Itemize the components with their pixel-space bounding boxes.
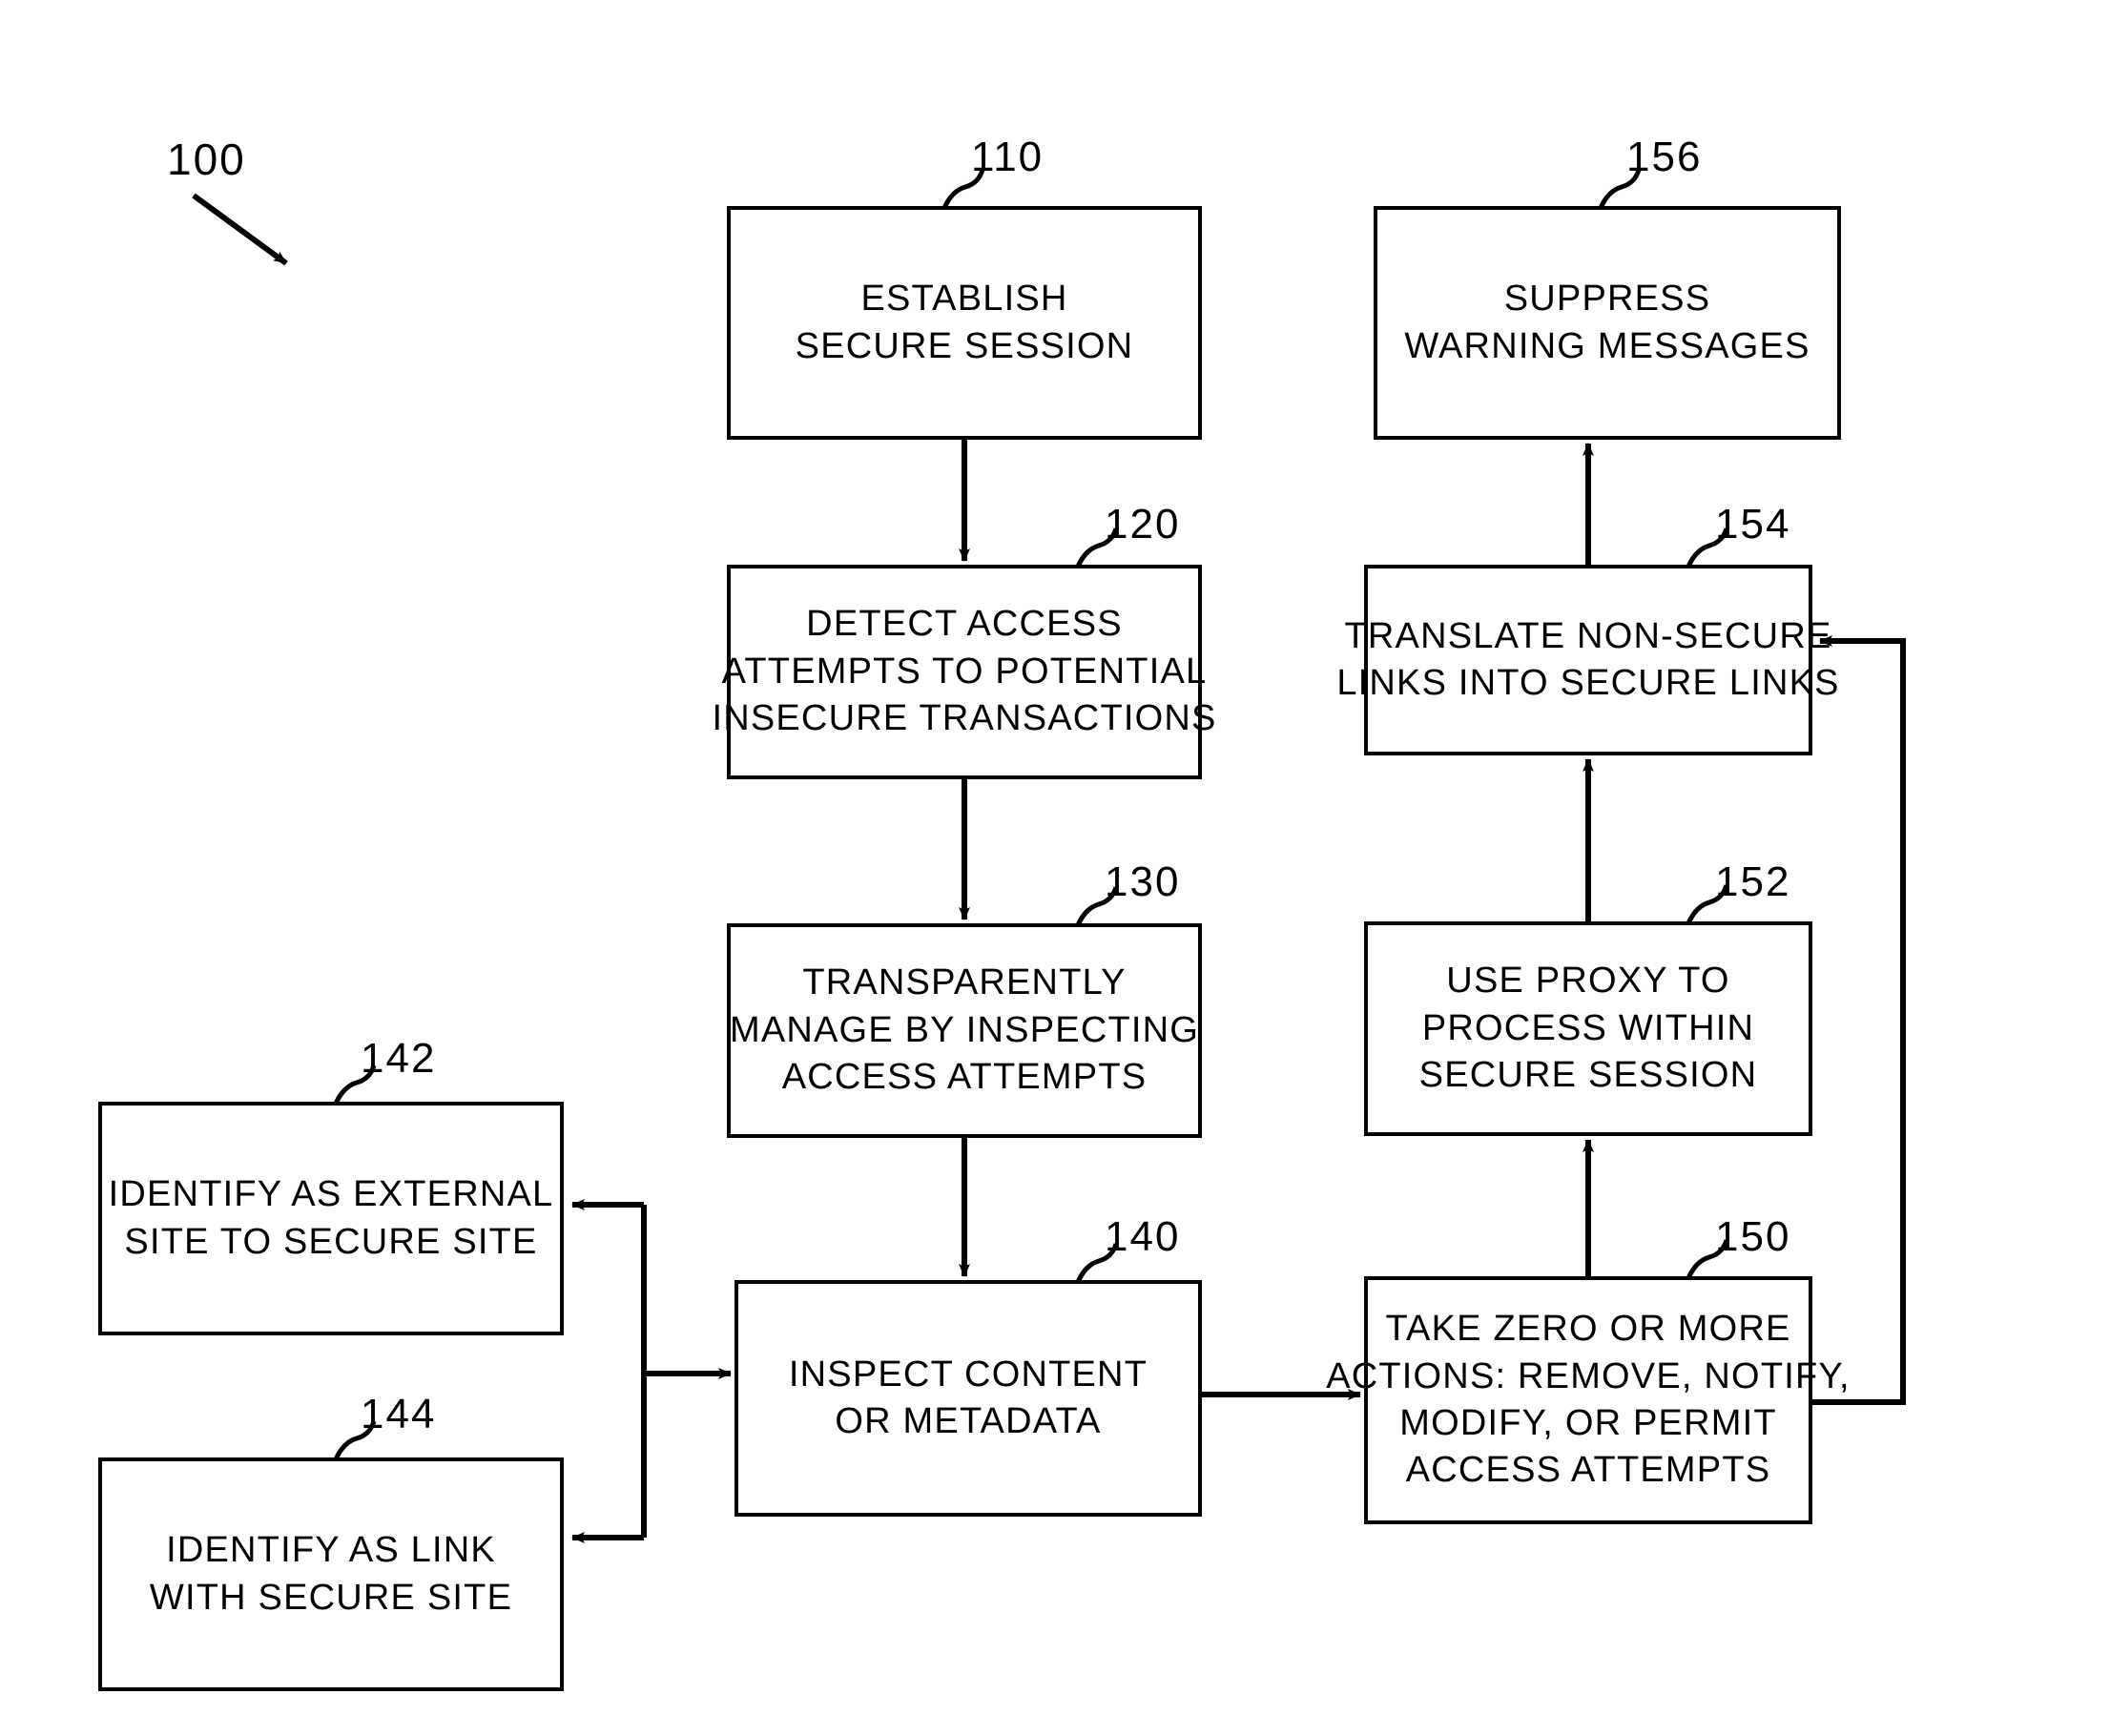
step-box-130-line-1: TRANSPARENTLY bbox=[802, 962, 1127, 1003]
step-box-142[interactable]: IDENTIFY AS EXTERNAL SITE TO SECURE SITE bbox=[98, 1102, 564, 1335]
reference-numeral-120: 120 bbox=[1105, 501, 1181, 548]
reference-numeral-154: 154 bbox=[1715, 501, 1791, 548]
figure-number-label: 100 bbox=[167, 134, 246, 184]
step-box-120-line-1: DETECT ACCESS bbox=[806, 604, 1123, 645]
step-box-150[interactable]: TAKE ZERO OR MORE ACTIONS: REMOVE, NOTIF… bbox=[1326, 1276, 1850, 1524]
step-box-144[interactable]: IDENTIFY AS LINK WITH SECURE SITE bbox=[98, 1457, 564, 1691]
step-box-152-line-2: PROCESS WITHIN bbox=[1421, 1007, 1755, 1048]
patent-figure-canvas: 100 ESTABLISH SECURE SESSION 110 DETECT … bbox=[0, 0, 2110, 1736]
step-box-142-line-2: SITE TO SECURE SITE bbox=[124, 1221, 538, 1262]
step-box-150-line-2: ACTIONS: REMOVE, NOTIFY, bbox=[1326, 1355, 1851, 1396]
reference-numeral-144: 144 bbox=[361, 1391, 437, 1437]
step-box-120[interactable]: DETECT ACCESS ATTEMPTS TO POTENTIAL INSE… bbox=[712, 565, 1215, 779]
figure-leader-arrow bbox=[192, 193, 288, 266]
reference-numeral-142: 142 bbox=[361, 1035, 437, 1082]
step-box-152-line-1: USE PROXY TO bbox=[1446, 961, 1730, 1002]
step-box-152-line-3: SECURE SESSION bbox=[1418, 1055, 1758, 1096]
reference-numeral-152: 152 bbox=[1715, 858, 1791, 905]
step-box-120-line-2: ATTEMPTS TO POTENTIAL bbox=[721, 651, 1208, 692]
reference-numeral-130: 130 bbox=[1105, 858, 1181, 905]
step-box-152[interactable]: USE PROXY TO PROCESS WITHIN SECURE SESSI… bbox=[1364, 921, 1812, 1136]
step-box-144-line-2: WITH SECURE SITE bbox=[149, 1577, 513, 1618]
connector-150-to-154-feedback bbox=[1812, 635, 1906, 1405]
step-box-130-line-3: ACCESS ATTEMPTS bbox=[781, 1057, 1148, 1098]
step-box-110-line-1: ESTABLISH bbox=[860, 279, 1068, 320]
step-box-150-line-1: TAKE ZERO OR MORE bbox=[1385, 1309, 1791, 1350]
step-box-130-line-2: MANAGE BY INSPECTING bbox=[729, 1009, 1200, 1050]
step-box-154-line-1: TRANSLATE NON-SECURE bbox=[1344, 615, 1832, 656]
step-box-156-line-2: WARNING MESSAGES bbox=[1404, 325, 1810, 366]
step-box-150-line-4: ACCESS ATTEMPTS bbox=[1405, 1450, 1771, 1491]
reference-numeral-110: 110 bbox=[971, 134, 1045, 180]
step-box-120-line-3: INSECURE TRANSACTIONS bbox=[712, 698, 1217, 739]
step-box-140-line-1: INSPECT CONTENT bbox=[788, 1354, 1148, 1395]
step-box-110-line-2: SECURE SESSION bbox=[795, 325, 1134, 366]
reference-numeral-156: 156 bbox=[1626, 134, 1703, 180]
reference-numeral-140: 140 bbox=[1105, 1213, 1181, 1260]
step-box-150-line-3: MODIFY, OR PERMIT bbox=[1399, 1403, 1777, 1443]
step-box-156[interactable]: SUPPRESS WARNING MESSAGES bbox=[1374, 206, 1841, 440]
step-box-110[interactable]: ESTABLISH SECURE SESSION bbox=[727, 206, 1202, 440]
step-box-140-line-2: OR METADATA bbox=[835, 1401, 1102, 1441]
step-box-142-line-1: IDENTIFY AS EXTERNAL bbox=[108, 1174, 554, 1215]
step-box-156-line-1: SUPPRESS bbox=[1503, 279, 1711, 320]
step-box-154-line-2: LINKS INTO SECURE LINKS bbox=[1336, 663, 1840, 703]
step-box-144-line-1: IDENTIFY AS LINK bbox=[166, 1530, 496, 1571]
reference-numeral-150: 150 bbox=[1715, 1213, 1791, 1260]
step-box-130[interactable]: TRANSPARENTLY MANAGE BY INSPECTING ACCES… bbox=[727, 923, 1202, 1138]
connector-140-left-branch bbox=[571, 1199, 732, 1543]
step-box-154[interactable]: TRANSLATE NON-SECURE LINKS INTO SECURE L… bbox=[1336, 565, 1838, 755]
step-box-140[interactable]: INSPECT CONTENT OR METADATA bbox=[734, 1280, 1202, 1517]
